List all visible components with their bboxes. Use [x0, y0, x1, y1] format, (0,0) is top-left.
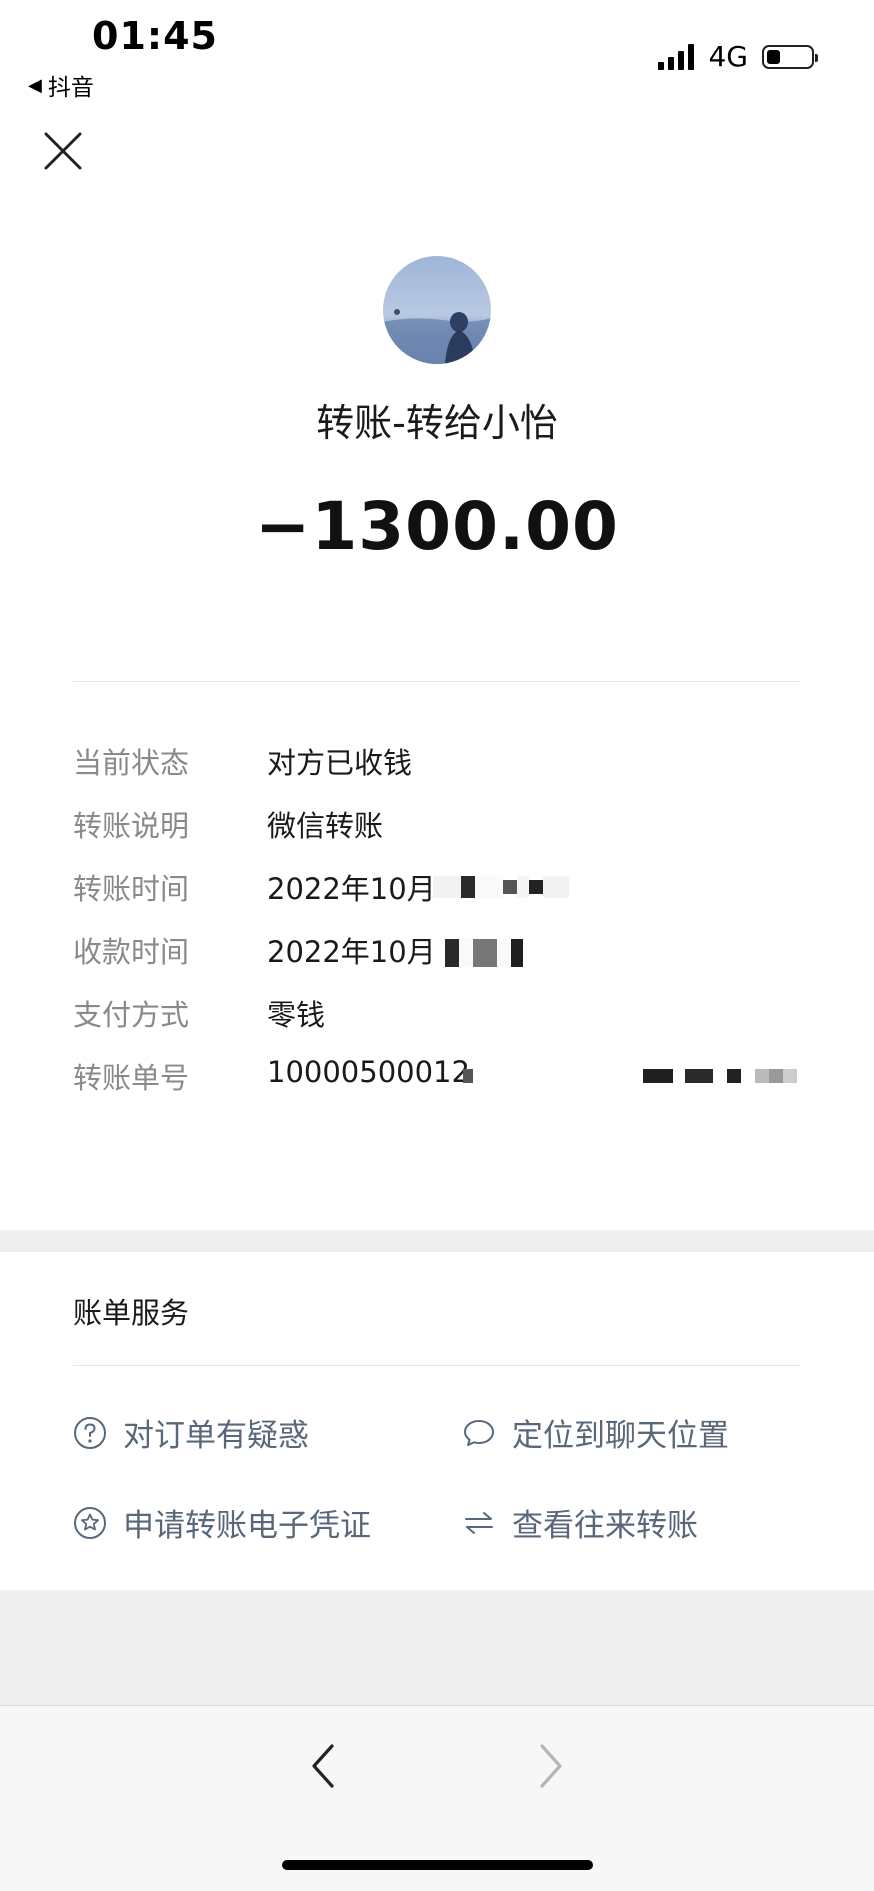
detail-value: 零钱: [267, 998, 326, 1032]
divider: [73, 1365, 801, 1366]
divider: [73, 681, 801, 682]
service-order-question[interactable]: 对订单有疑惑: [73, 1410, 309, 1455]
detail-value: 微信转账: [267, 809, 384, 843]
footer-spacer: [0, 1590, 874, 1705]
question-circle-icon: [74, 1416, 106, 1449]
services-title: 账单服务: [73, 1296, 190, 1330]
redaction-mosaic: [463, 1069, 473, 1083]
swap-arrows-icon: [465, 1511, 493, 1534]
network-type: 4G: [708, 40, 748, 73]
detail-row-status: 当前状态 对方已收钱: [73, 740, 801, 803]
service-label: 申请转账电子凭证: [123, 1508, 371, 1544]
detail-value: 对方已收钱: [267, 746, 413, 780]
detail-label: 转账说明: [73, 809, 190, 843]
detail-label: 转账单号: [73, 1061, 190, 1095]
service-view-transfers[interactable]: 查看往来转账: [462, 1500, 698, 1545]
back-arrow-icon[interactable]: [296, 1738, 352, 1794]
transfer-title: 转账-转给小怡: [316, 401, 558, 445]
avatar: [383, 256, 491, 364]
service-label: 查看往来转账: [512, 1508, 698, 1544]
back-triangle-icon: ◀: [28, 74, 42, 96]
detail-row-receive-time: 收款时间 2022年10月: [73, 929, 801, 992]
transfer-details: 当前状态 对方已收钱 转账说明 微信转账 转账时间 2022年10月 收款时间 …: [73, 740, 801, 1118]
detail-row-transfer-time: 转账时间 2022年10月: [73, 866, 801, 929]
chat-bubble-icon: [464, 1419, 494, 1446]
back-app-label: 抖音: [47, 75, 94, 101]
transfer-amount: −1300.00: [255, 488, 619, 565]
star-circle-icon: [74, 1506, 106, 1539]
redaction-mosaic: [433, 876, 569, 898]
detail-row-order-number: 转账单号 10000500012: [73, 1055, 801, 1118]
status-indicators: 4G: [658, 40, 818, 73]
redaction-mosaic: [445, 939, 523, 967]
home-indicator: [282, 1860, 593, 1870]
detail-label: 转账时间: [73, 872, 190, 906]
detail-label: 支付方式: [73, 998, 190, 1032]
service-label: 定位到聊天位置: [512, 1418, 729, 1454]
service-locate-chat[interactable]: 定位到聊天位置: [462, 1410, 729, 1455]
detail-row-description: 转账说明 微信转账: [73, 803, 801, 866]
detail-value: 10000500012: [267, 1055, 470, 1089]
service-e-voucher[interactable]: 申请转账电子凭证: [73, 1500, 371, 1545]
section-separator: [0, 1230, 874, 1252]
battery-level: [767, 49, 780, 64]
status-time: 01:45: [92, 14, 218, 58]
detail-value: 2022年10月: [267, 935, 436, 969]
detail-label: 收款时间: [73, 935, 190, 969]
detail-row-payment-method: 支付方式 零钱: [73, 992, 801, 1055]
detail-value: 2022年10月: [267, 872, 436, 906]
back-to-app-link[interactable]: ◀ 抖音: [28, 68, 94, 102]
battery-icon: [762, 44, 818, 69]
close-icon[interactable]: [40, 128, 86, 174]
signal-icon: [658, 43, 695, 70]
redaction-mosaic: [643, 1069, 797, 1083]
detail-label: 当前状态: [73, 746, 190, 780]
forward-arrow-icon[interactable]: [522, 1738, 578, 1794]
service-label: 对订单有疑惑: [123, 1418, 309, 1454]
